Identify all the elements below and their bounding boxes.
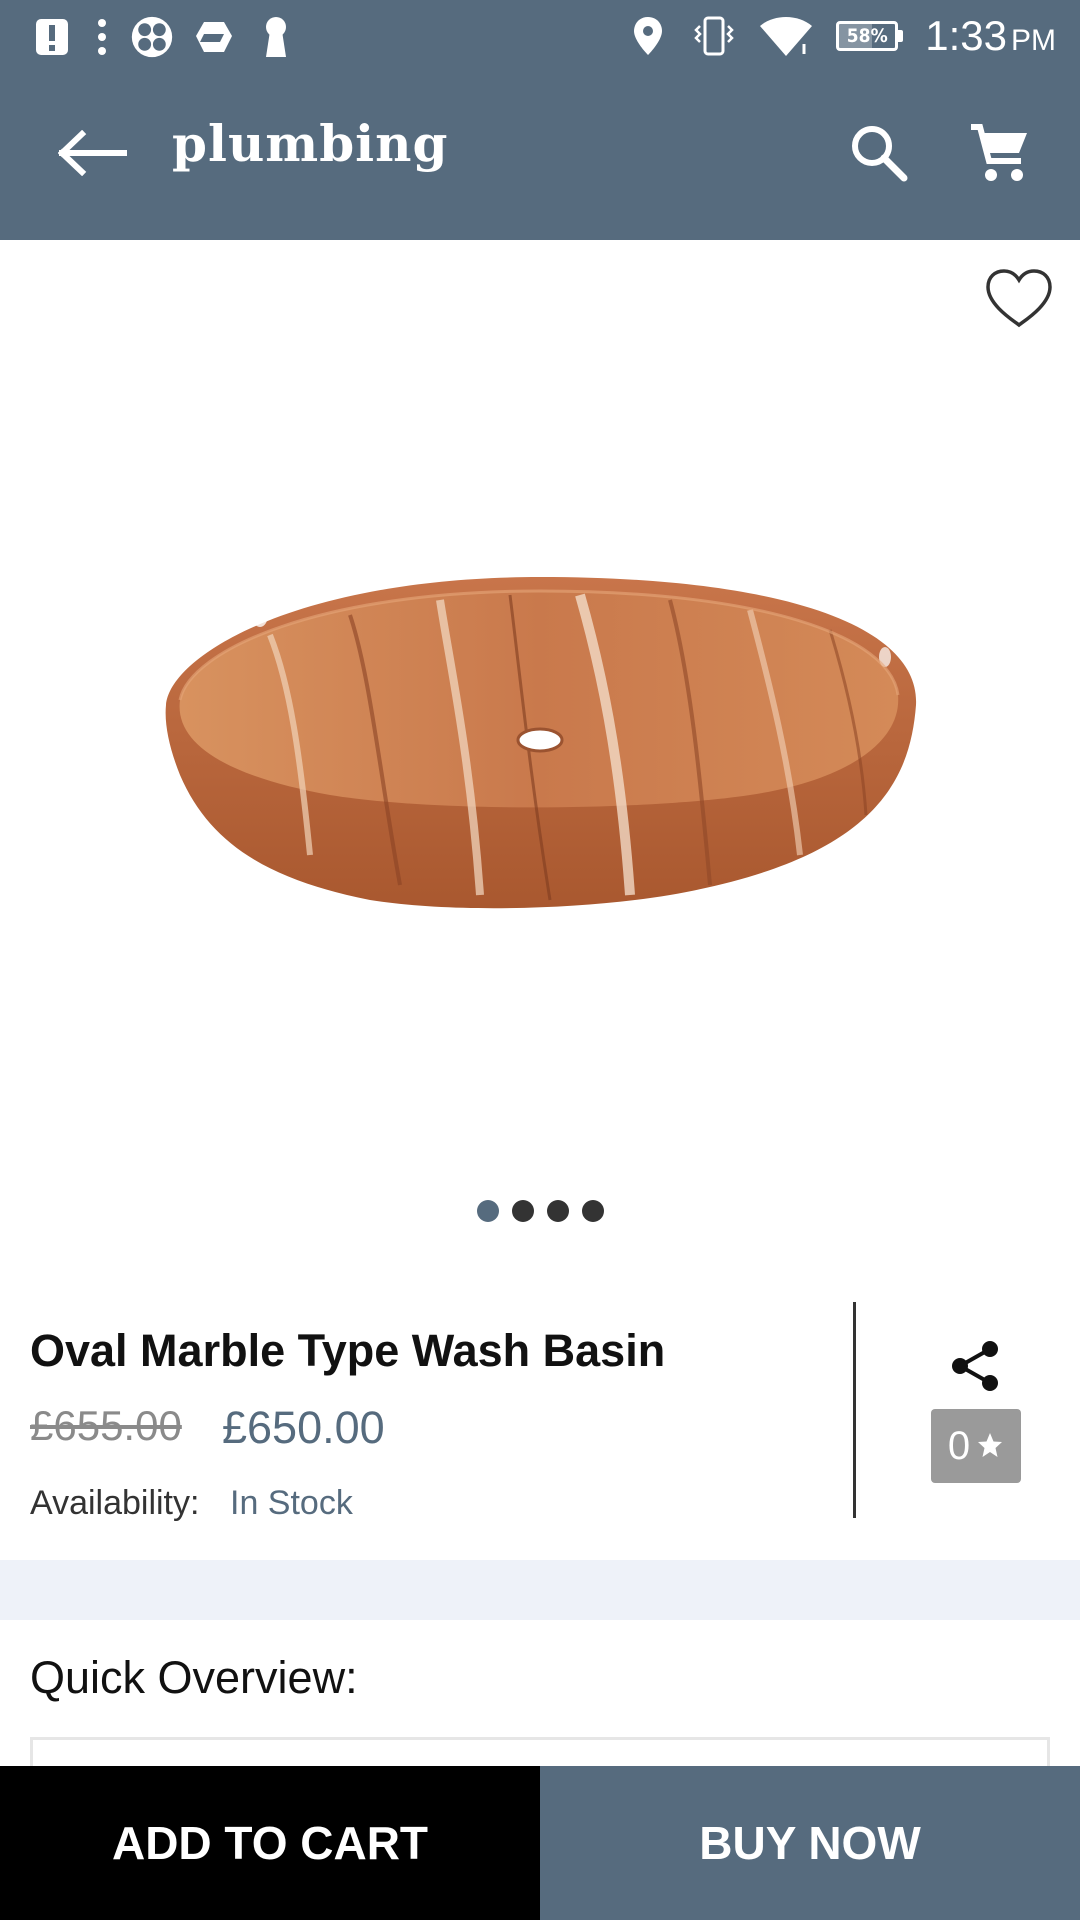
product-price: £650.00 [222,1402,385,1453]
vibrate-icon [692,14,736,58]
back-button[interactable] [48,110,138,200]
quick-overview-title: Quick Overview: [30,1652,358,1703]
share-button[interactable] [946,1338,1006,1398]
clock: 1:33 PM [925,12,1056,60]
rating-badge[interactable]: 0 [931,1409,1021,1483]
keyhole-icon [254,15,298,59]
app-logo: plumbing [172,114,449,173]
pager-dot[interactable] [476,1200,499,1222]
more-dots-icon [92,15,112,59]
pager-dot[interactable] [581,1200,604,1222]
status-bar: 58% 1:33 PM [0,0,1080,72]
add-to-cart-button[interactable]: ADD TO CART [0,1766,540,1920]
battery-icon: 58% [836,21,904,51]
star-icon [976,1424,1004,1469]
vertical-divider [853,1302,856,1518]
dropbox-icon [192,15,236,59]
search-button[interactable] [834,110,924,200]
clock-time: 1:33 [925,12,1007,59]
wash-basin-image [150,555,930,955]
location-icon [626,14,670,58]
fan-icon [130,15,174,59]
availability-label: Availability: [30,1484,200,1522]
battery-percent: 58% [846,25,888,47]
rating-count: 0 [947,1423,971,1468]
cart-icon [967,121,1031,189]
share-icon [950,1339,1002,1397]
image-pager-dots [0,1200,1080,1222]
status-bar-left-icons [30,12,298,62]
pager-dot[interactable] [511,1200,534,1222]
cart-button[interactable] [954,110,1044,200]
wishlist-button[interactable] [978,262,1060,338]
clock-ampm: PM [1011,24,1056,57]
pager-dot[interactable] [546,1200,569,1222]
buy-now-button[interactable]: BUY NOW [540,1766,1080,1920]
product-old-price: £655.00 [30,1402,182,1449]
wifi-icon [758,14,814,58]
arrow-left-icon [57,129,128,180]
alert-icon [30,15,74,59]
heart-icon [984,267,1054,333]
app-toolbar: plumbing [0,72,1080,240]
section-separator [0,1560,1080,1620]
product-title: Oval Marble Type Wash Basin [30,1325,666,1376]
status-bar-right-icons: 58% 1:33 PM [626,10,1056,62]
search-icon [850,124,908,186]
availability-value: In Stock [230,1484,353,1522]
